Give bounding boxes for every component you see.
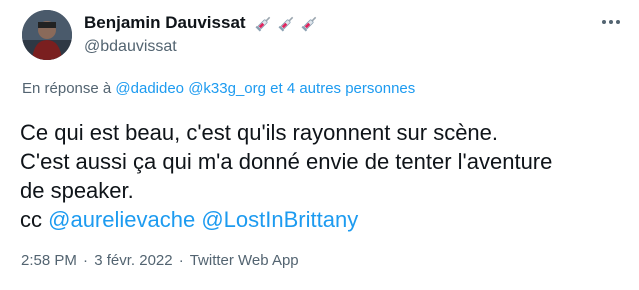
- more-options-button[interactable]: [597, 12, 625, 32]
- tweet: Benjamin Dauvissat @bdauvissat En répons…: [0, 0, 639, 290]
- syringe-icon: [301, 16, 316, 32]
- meta-separator: ·: [83, 252, 89, 269]
- author-name[interactable]: Benjamin Dauvissat: [84, 13, 246, 33]
- more-dots-icon: [602, 20, 620, 24]
- tweet-text-line: C'est aussi ça qui m'a donné envie de te…: [20, 149, 553, 174]
- tweet-cc-line: cc @aurelievache @LostInBrittany: [20, 205, 620, 234]
- reply-prefix: En réponse à: [22, 80, 112, 97]
- cc-mention[interactable]: @LostInBrittany: [201, 207, 358, 232]
- author-handle[interactable]: @bdauvissat: [84, 38, 177, 56]
- tweet-time[interactable]: 2:58 PM: [21, 252, 77, 269]
- cc-prefix: cc: [20, 207, 42, 232]
- name-emojis: [254, 13, 320, 33]
- syringe-icon: [278, 16, 293, 32]
- tweet-text-line: de speaker.: [20, 178, 134, 203]
- reply-context: En réponse à @dadideo @k33g_org et 4 aut…: [22, 80, 415, 97]
- reply-others-link[interactable]: et 4 autres personnes: [270, 80, 415, 97]
- tweet-text: Ce qui est beau, c'est qu'ils rayonnent …: [20, 118, 620, 234]
- reply-mention[interactable]: @dadideo: [115, 80, 184, 97]
- syringe-icon: [255, 16, 270, 32]
- avatar-image: [22, 10, 72, 60]
- tweet-source[interactable]: Twitter Web App: [190, 252, 299, 269]
- tweet-text-line: Ce qui est beau, c'est qu'ils rayonnent …: [20, 120, 499, 145]
- tweet-meta: 2:58 PM · 3 févr. 2022 · Twitter Web App: [21, 252, 299, 269]
- author-row: Benjamin Dauvissat: [84, 13, 320, 33]
- tweet-date[interactable]: 3 févr. 2022: [94, 252, 172, 269]
- reply-mention[interactable]: @k33g_org: [188, 80, 266, 97]
- meta-separator: ·: [178, 252, 184, 269]
- avatar[interactable]: [22, 10, 72, 60]
- cc-mention[interactable]: @aurelievache: [48, 207, 195, 232]
